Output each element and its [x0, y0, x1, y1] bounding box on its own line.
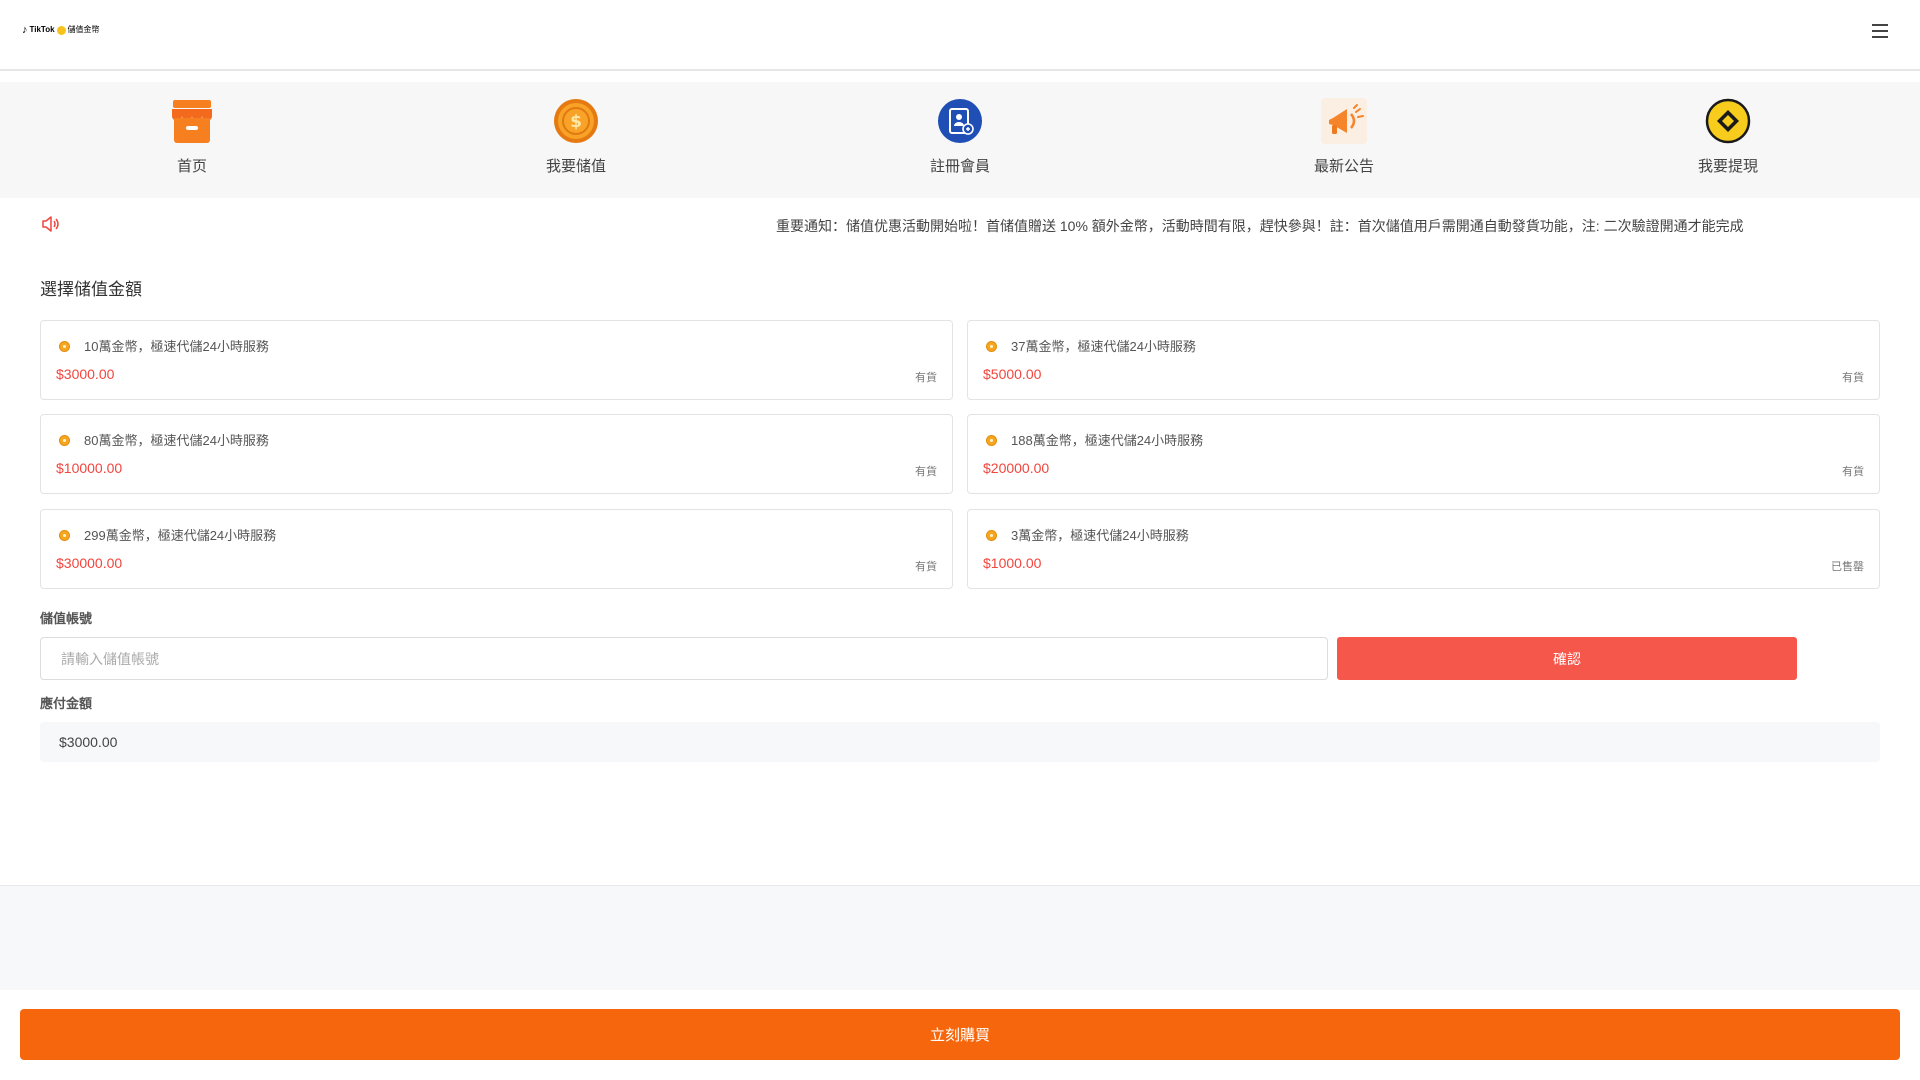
package-card[interactable]: 37萬金幣，極速代儲24小時服務 $5000.00 有貨: [967, 320, 1880, 400]
package-card[interactable]: 188萬金幣，極速代儲24小時服務 $20000.00 有貨: [967, 414, 1880, 494]
hamburger-menu-icon[interactable]: [1872, 24, 1890, 40]
payable-amount: $3000.00: [40, 722, 1880, 762]
package-stock: 已售罄: [1831, 561, 1864, 573]
package-price: $20000.00: [983, 460, 1050, 476]
main-nav: 首页 $ 我要储值 註冊會員 最新公告 我要提現: [0, 82, 1920, 198]
package-price: $1000.00: [983, 555, 1042, 571]
package-price: $3000.00: [56, 366, 115, 382]
header: ♪ TikTok 儲值金幣: [0, 0, 1920, 71]
footer-band: [0, 885, 1920, 990]
coin-icon: [59, 435, 70, 446]
logo[interactable]: ♪ TikTok 儲值金幣: [22, 24, 100, 36]
package-card[interactable]: 3萬金幣，極速代儲24小時服務 $1000.00 已售罄: [967, 509, 1880, 589]
member-card-icon: [937, 98, 983, 144]
package-stock: 有貨: [915, 372, 937, 384]
payable-label: 應付金額: [40, 696, 93, 711]
logo-coin-icon: [56, 25, 66, 35]
nav-item-home[interactable]: 首页: [0, 82, 384, 198]
nav-label-withdraw: 我要提現: [1697, 158, 1758, 175]
speaker-icon: [42, 216, 60, 232]
withdraw-diamond-icon: [1705, 98, 1751, 144]
notice-text: 重要通知：储值优惠活動開始啦！首储值贈送 10% 額外金幣，活動時間有限，趕快參…: [776, 218, 1744, 234]
package-card[interactable]: 80萬金幣，極速代儲24小時服務 $10000.00 有貨: [40, 414, 953, 494]
coin-icon: [59, 341, 70, 352]
package-title: 80萬金幣，極速代儲24小時服務: [84, 433, 269, 448]
package-title: 188萬金幣，極速代儲24小時服務: [1011, 433, 1204, 448]
package-card[interactable]: 299萬金幣，極速代儲24小時服務 $30000.00 有貨: [40, 509, 953, 589]
account-input[interactable]: [40, 637, 1328, 680]
package-stock: 有貨: [915, 466, 937, 478]
nav-label-announcements: 最新公告: [1313, 158, 1374, 175]
package-price: $5000.00: [983, 366, 1042, 382]
nav-label-home: 首页: [176, 158, 207, 175]
nav-label-deposit: 我要储值: [545, 158, 606, 175]
confirm-button[interactable]: 確認: [1337, 637, 1797, 680]
package-price: $10000.00: [56, 460, 123, 476]
nav-item-deposit[interactable]: $ 我要储值: [384, 82, 768, 198]
section-title: 選擇储值金額: [40, 280, 142, 299]
package-card[interactable]: 10萬金幣，極速代儲24小時服務 $3000.00 有貨: [40, 320, 953, 400]
package-price: $30000.00: [56, 555, 123, 571]
coin-icon: [986, 435, 997, 446]
package-stock: 有貨: [1842, 372, 1864, 384]
dollar-coin-icon: $: [553, 98, 599, 144]
megaphone-icon: [1321, 98, 1367, 144]
nav-item-announcements[interactable]: 最新公告: [1152, 82, 1536, 198]
buy-now-button[interactable]: 立刻購買: [20, 1009, 1900, 1060]
logo-brand: TikTok: [29, 25, 55, 34]
package-title: 299萬金幣，極速代儲24小時服務: [84, 528, 277, 543]
nav-item-withdraw[interactable]: 我要提現: [1536, 82, 1920, 198]
tiktok-note-icon: ♪: [22, 24, 28, 36]
coin-icon: [986, 530, 997, 541]
store-icon: [169, 98, 215, 144]
package-stock: 有貨: [915, 561, 937, 573]
notice-bar: 重要通知：储值优惠活動開始啦！首储值贈送 10% 額外金幣，活動時間有限，趕快參…: [0, 212, 1920, 236]
package-stock: 有貨: [1842, 466, 1864, 478]
coin-icon: [986, 341, 997, 352]
package-title: 3萬金幣，極速代儲24小時服務: [1011, 528, 1189, 543]
package-title: 10萬金幣，極速代儲24小時服務: [84, 339, 269, 354]
nav-label-register: 註冊會員: [929, 158, 990, 175]
nav-item-register[interactable]: 註冊會員: [768, 82, 1152, 198]
svg-text:$: $: [570, 112, 582, 132]
logo-suffix: 儲值金幣: [67, 25, 100, 34]
coin-icon: [59, 530, 70, 541]
account-label: 儲值帳號: [40, 611, 93, 626]
package-title: 37萬金幣，極速代儲24小時服務: [1011, 339, 1196, 354]
